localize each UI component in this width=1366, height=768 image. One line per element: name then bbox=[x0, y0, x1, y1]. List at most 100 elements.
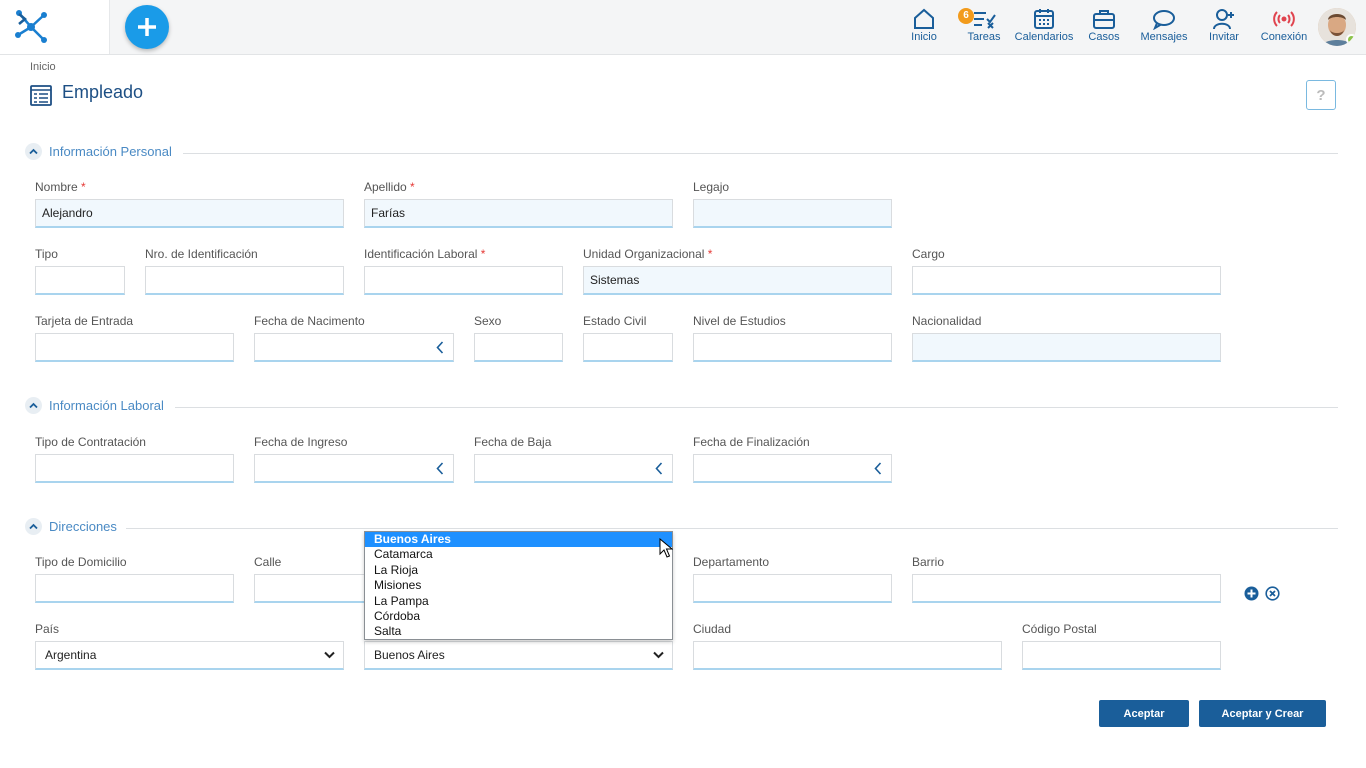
label-fecha-nacimiento: Fecha de Nacimento bbox=[254, 314, 365, 328]
calendar-toggle-icon[interactable] bbox=[436, 341, 444, 354]
fecha-nacimiento-field[interactable] bbox=[254, 333, 454, 362]
label-departamento: Departamento bbox=[693, 555, 770, 569]
nav-casos[interactable]: Casos bbox=[1074, 8, 1134, 48]
dropdown-option[interactable]: Córdoba bbox=[365, 609, 672, 624]
calendar-toggle-icon[interactable] bbox=[436, 462, 444, 475]
dropdown-option[interactable]: La Pampa bbox=[365, 594, 672, 609]
label-nacionalidad: Nacionalidad bbox=[912, 314, 982, 328]
fecha-finalizacion-field[interactable] bbox=[693, 454, 892, 483]
label-barrio: Barrio bbox=[912, 555, 945, 569]
tipo-contratacion-field[interactable] bbox=[35, 454, 234, 483]
label-unidad-organizacional: Unidad Organizacional * bbox=[583, 247, 713, 261]
calendar-toggle-icon[interactable] bbox=[655, 462, 663, 475]
nacionalidad-field[interactable] bbox=[912, 333, 1221, 362]
expand-chevron-icon[interactable] bbox=[14, 9, 30, 29]
nav-calendarios[interactable]: Calendarios bbox=[1014, 8, 1074, 48]
label-calle: Calle bbox=[254, 555, 282, 569]
collapse-icon[interactable] bbox=[25, 142, 42, 160]
tarjeta-entrada-field[interactable] bbox=[35, 333, 234, 362]
chevron-down-icon bbox=[653, 651, 664, 659]
label-tipo-contratacion: Tipo de Contratación bbox=[35, 435, 146, 449]
dropdown-option[interactable]: La Rioja bbox=[365, 563, 672, 578]
label-fecha-baja: Fecha de Baja bbox=[474, 435, 552, 449]
nav-tareas[interactable]: 6 Tareas bbox=[954, 8, 1014, 48]
select-value: Buenos Aires bbox=[374, 648, 445, 662]
remove-row-icon[interactable] bbox=[1265, 586, 1280, 601]
provincia-dropdown-list: Buenos Aires Catamarca La Rioja Misiones… bbox=[364, 531, 673, 640]
barrio-field[interactable] bbox=[912, 574, 1221, 603]
label-tipo: Tipo bbox=[35, 247, 58, 261]
mouse-cursor-icon bbox=[659, 538, 673, 558]
codigo-postal-field[interactable] bbox=[1022, 641, 1221, 670]
dropdown-option[interactable]: Buenos Aires bbox=[365, 532, 672, 548]
calendar-toggle-icon[interactable] bbox=[874, 462, 882, 475]
section-laboral-header[interactable]: Información Laboral bbox=[25, 396, 164, 414]
nav-label: Calendarios bbox=[1014, 31, 1074, 43]
label-nro-identificacion: Nro. de Identificación bbox=[145, 247, 258, 261]
nav-label: Mensajes bbox=[1140, 31, 1188, 43]
logo-area bbox=[0, 0, 110, 54]
page-title: Empleado bbox=[62, 82, 144, 102]
nivel-estudios-field[interactable] bbox=[693, 333, 892, 362]
dropdown-option[interactable]: Catamarca bbox=[365, 547, 672, 562]
home-icon bbox=[914, 8, 934, 29]
label-tipo-domicilio: Tipo de Domicilio bbox=[35, 555, 127, 569]
add-row-icon[interactable] bbox=[1244, 586, 1259, 601]
collapse-icon[interactable] bbox=[25, 396, 42, 414]
help-button[interactable]: ? bbox=[1306, 80, 1336, 110]
tasks-icon bbox=[974, 12, 996, 29]
fecha-baja-field[interactable] bbox=[474, 454, 673, 483]
add-user-icon bbox=[1213, 9, 1234, 30]
chat-icon bbox=[1153, 10, 1175, 30]
label-fecha-finalizacion: Fecha de Finalización bbox=[693, 435, 810, 449]
departamento-field[interactable] bbox=[693, 574, 892, 603]
label-ciudad: Ciudad bbox=[693, 622, 732, 636]
section-personal-header[interactable]: Información Personal bbox=[25, 142, 172, 160]
label-fecha-ingreso: Fecha de Ingreso bbox=[254, 435, 348, 449]
cargo-field[interactable] bbox=[912, 266, 1221, 295]
nav-label: Inicio bbox=[911, 31, 937, 43]
tipo-field[interactable] bbox=[35, 266, 125, 295]
section-divider bbox=[175, 407, 1338, 408]
nav-label: Tareas bbox=[967, 31, 1001, 43]
nombre-field[interactable]: Alejandro bbox=[35, 199, 344, 228]
dropdown-option[interactable]: Misiones bbox=[365, 578, 672, 593]
estado-civil-field[interactable] bbox=[583, 333, 673, 362]
pais-select[interactable]: Argentina bbox=[35, 641, 344, 670]
section-title: Información Laboral bbox=[49, 397, 164, 413]
dropdown-option[interactable]: Salta bbox=[365, 624, 672, 639]
fecha-ingreso-field[interactable] bbox=[254, 454, 454, 483]
ciudad-field[interactable] bbox=[693, 641, 1002, 670]
nav-invitar[interactable]: Invitar bbox=[1194, 8, 1254, 48]
apellido-field[interactable]: Farías bbox=[364, 199, 673, 228]
section-direcciones-header[interactable]: Direcciones bbox=[25, 517, 117, 535]
new-button[interactable] bbox=[125, 5, 169, 49]
section-title: Direcciones bbox=[49, 518, 117, 534]
briefcase-icon bbox=[1093, 10, 1115, 29]
employee-form-icon bbox=[30, 85, 52, 106]
label-identificacion-laboral: Identificación Laboral * bbox=[364, 247, 486, 261]
legajo-field[interactable] bbox=[693, 199, 892, 228]
calendar-icon bbox=[1034, 9, 1054, 29]
collapse-icon[interactable] bbox=[25, 517, 42, 535]
user-avatar[interactable] bbox=[1318, 8, 1356, 46]
provincia-select[interactable]: Buenos Aires bbox=[364, 641, 673, 670]
tasks-badge: 6 bbox=[958, 8, 974, 24]
unidad-organizacional-field[interactable]: Sistemas bbox=[583, 266, 892, 295]
label-apellido: Apellido * bbox=[364, 180, 415, 194]
nav-conexion[interactable]: Conexión bbox=[1254, 8, 1314, 48]
nav-inicio[interactable]: Inicio bbox=[894, 8, 954, 48]
sexo-field[interactable] bbox=[474, 333, 563, 362]
label-cargo: Cargo bbox=[912, 247, 945, 261]
top-bar: Inicio 6 Tareas Calendarios Casos Mensaj… bbox=[0, 0, 1366, 55]
breadcrumb[interactable]: Inicio bbox=[30, 61, 56, 73]
nav-mensajes[interactable]: Mensajes bbox=[1134, 8, 1194, 48]
tipo-domicilio-field[interactable] bbox=[35, 574, 234, 603]
aceptar-crear-button[interactable]: Aceptar y Crear bbox=[1199, 700, 1326, 727]
aceptar-button[interactable]: Aceptar bbox=[1099, 700, 1189, 727]
label-estado-civil: Estado Civil bbox=[583, 314, 647, 328]
identificacion-laboral-field[interactable] bbox=[364, 266, 563, 295]
nro-identificacion-field[interactable] bbox=[145, 266, 344, 295]
label-tarjeta-entrada: Tarjeta de Entrada bbox=[35, 314, 134, 328]
select-value: Argentina bbox=[45, 648, 97, 662]
